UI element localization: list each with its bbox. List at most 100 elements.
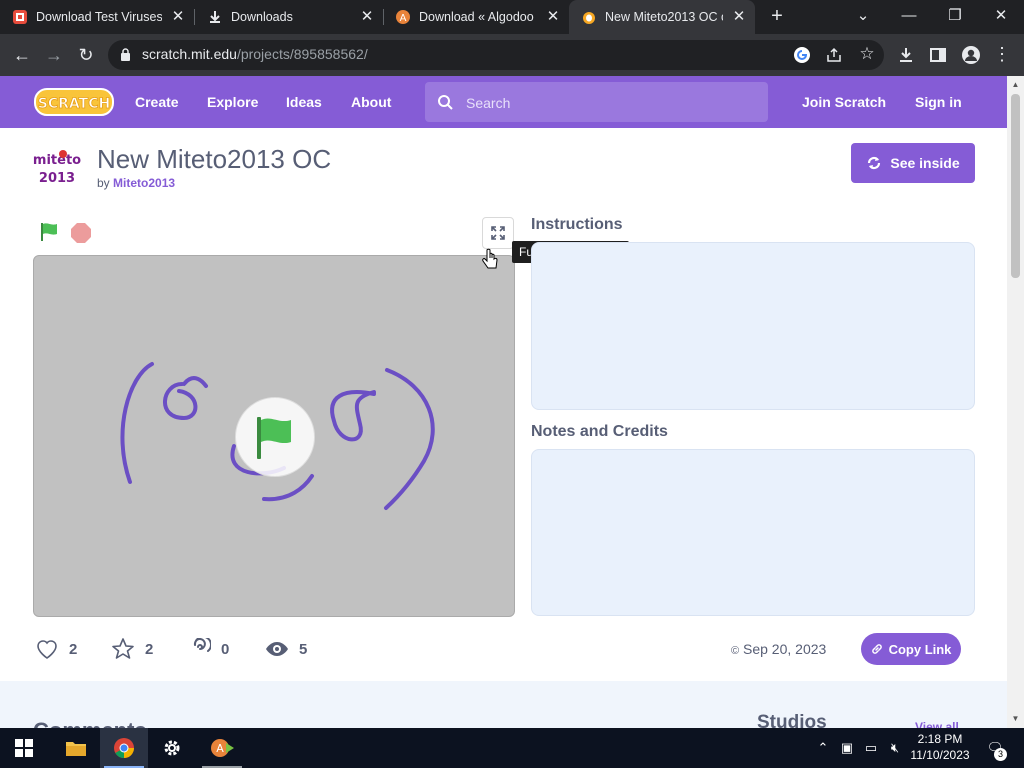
close-tab-icon[interactable]: ✕ [359, 9, 375, 25]
search-icon [438, 95, 453, 110]
algodoo-taskbar[interactable]: A [198, 728, 246, 768]
search-input[interactable]: Search [425, 82, 768, 122]
green-flag-icon[interactable] [38, 221, 60, 243]
tab-title: Download « Algodoo [419, 10, 534, 24]
browser-toolbar: ← → ↻ scratch.mit.edu/projects/895858562… [0, 34, 1024, 76]
algodoo-favicon-icon: A [396, 10, 410, 24]
system-clock[interactable]: 2:18 PM 11/10/2023 [908, 731, 972, 763]
lower-section-background [0, 681, 1007, 728]
close-tab-icon[interactable]: ✕ [545, 9, 561, 25]
svg-text:A: A [400, 13, 407, 24]
nav-create[interactable]: Create [135, 94, 179, 110]
show-hidden-icons-chevron-icon[interactable]: ⌃ [814, 739, 832, 757]
nav-explore[interactable]: Explore [207, 94, 258, 110]
tab-algodoo[interactable]: A Download « Algodoo ✕ [383, 0, 569, 34]
chrome-taskbar[interactable] [100, 728, 148, 768]
share-icon[interactable] [825, 46, 843, 64]
tab-title: Download Test Viruses [36, 10, 162, 24]
url-text: scratch.mit.edu/projects/895858562/ [142, 46, 368, 62]
instructions-box[interactable] [531, 242, 975, 410]
left-bracket-stroke [120, 362, 154, 484]
tab-title: New Miteto2013 OC on Scratch [605, 10, 723, 24]
scratch-logo[interactable]: SCRATCH [34, 86, 114, 118]
avatar-text-top: miteto [33, 153, 81, 168]
big-green-flag-icon [257, 417, 291, 459]
studios-heading: Studios [757, 712, 827, 728]
gear-icon [164, 740, 180, 756]
join-scratch-link[interactable]: Join Scratch [802, 94, 886, 110]
view-all-studios-link[interactable]: View all [915, 720, 959, 728]
instructions-heading: Instructions [531, 216, 623, 233]
scroll-up-arrow-icon[interactable]: ▲ [1011, 80, 1020, 89]
back-arrow-icon[interactable]: ← [8, 41, 36, 69]
copy-link-button[interactable]: Copy Link [861, 633, 961, 665]
windows-logo-icon [15, 739, 33, 757]
security-tray-icon[interactable]: ▣ [838, 739, 856, 757]
algodoo-icon: A [211, 739, 234, 757]
url-path: /projects/895858562/ [236, 46, 368, 62]
favorite-count: 2 [145, 640, 154, 658]
tab-downloads[interactable]: Downloads ✕ [195, 0, 383, 34]
project-page: miteto 2013 New Miteto2013 OC by Miteto2… [0, 128, 1007, 728]
eye-icon [266, 642, 288, 656]
tab-search-chevron-icon[interactable]: ⌄ [840, 0, 886, 34]
author-link[interactable]: Miteto2013 [113, 176, 175, 190]
reload-icon[interactable]: ↻ [72, 41, 100, 69]
see-inside-label: See inside [890, 155, 960, 171]
address-bar[interactable]: scratch.mit.edu/projects/895858562/ ☆ [108, 40, 884, 70]
fullscreen-icon [491, 226, 505, 240]
notes-box[interactable] [531, 449, 975, 616]
fullscreen-button[interactable] [482, 217, 514, 249]
remix-stat[interactable]: 0 [189, 636, 229, 662]
new-tab-button[interactable]: + [760, 0, 794, 34]
notification-count-badge: 3 [994, 748, 1007, 761]
see-inside-button[interactable]: See inside [851, 143, 975, 183]
sign-in-link[interactable]: Sign in [915, 94, 962, 110]
clock-time: 2:18 PM [917, 732, 963, 746]
right-bracket-stroke [384, 368, 435, 510]
file-explorer-taskbar[interactable] [52, 728, 100, 768]
right-eye-stroke [330, 390, 376, 442]
nav-ideas[interactable]: Ideas [286, 94, 322, 110]
project-stage[interactable] [33, 255, 515, 617]
project-byline: by Miteto2013 [97, 176, 175, 190]
favorite-stat[interactable]: 2 [111, 636, 153, 662]
profile-avatar-icon[interactable] [961, 45, 981, 65]
start-button[interactable] [0, 728, 48, 768]
kebab-menu-icon[interactable]: ⋮ [993, 42, 1011, 66]
settings-taskbar[interactable] [148, 728, 196, 768]
close-tab-icon[interactable]: ✕ [170, 9, 186, 25]
tab-scratch-project[interactable]: New Miteto2013 OC on Scratch ✕ [569, 0, 755, 34]
shared-date-text: Sep 20, 2023 [743, 641, 827, 657]
window-close-button[interactable]: ✕ [978, 0, 1024, 34]
remix-arrows-icon [868, 156, 881, 170]
project-title: New Miteto2013 OC [97, 144, 332, 174]
remix-spiral-icon [193, 638, 211, 652]
tab-download-test-viruses[interactable]: Download Test Viruses ✕ [0, 0, 194, 34]
side-panel-icon[interactable] [929, 46, 947, 64]
volume-muted-icon[interactable]: 🔇︎ [886, 739, 904, 757]
avatar-text-bottom: 2013 [39, 171, 75, 186]
love-stat[interactable]: 2 [35, 636, 77, 662]
scroll-thumb[interactable] [1011, 94, 1020, 278]
network-icon[interactable]: ▭ [862, 739, 880, 757]
tab-title: Downloads [231, 10, 293, 24]
downloads-toolbar-icon[interactable] [897, 46, 915, 64]
minimize-button[interactable]: — [886, 0, 932, 34]
restore-button[interactable]: ❐ [932, 0, 978, 34]
page-scrollbar[interactable]: ▲ ▼ [1007, 76, 1024, 728]
author-avatar[interactable]: miteto 2013 [33, 144, 81, 192]
copy-link-label: Copy Link [888, 641, 952, 657]
hand-cursor-icon [482, 248, 498, 269]
forward-arrow-icon[interactable]: → [40, 41, 68, 69]
star-icon [112, 638, 134, 659]
comments-heading: Comments [33, 718, 147, 728]
play-overlay-button[interactable] [235, 397, 315, 477]
stop-sign-icon[interactable] [70, 222, 92, 244]
scroll-down-arrow-icon[interactable]: ▼ [1011, 714, 1020, 723]
bookmark-star-icon[interactable]: ☆ [857, 44, 877, 64]
views-count: 5 [299, 640, 308, 658]
nav-about[interactable]: About [351, 94, 391, 110]
google-lens-icon[interactable] [793, 46, 811, 64]
close-tab-icon[interactable]: ✕ [731, 9, 747, 25]
